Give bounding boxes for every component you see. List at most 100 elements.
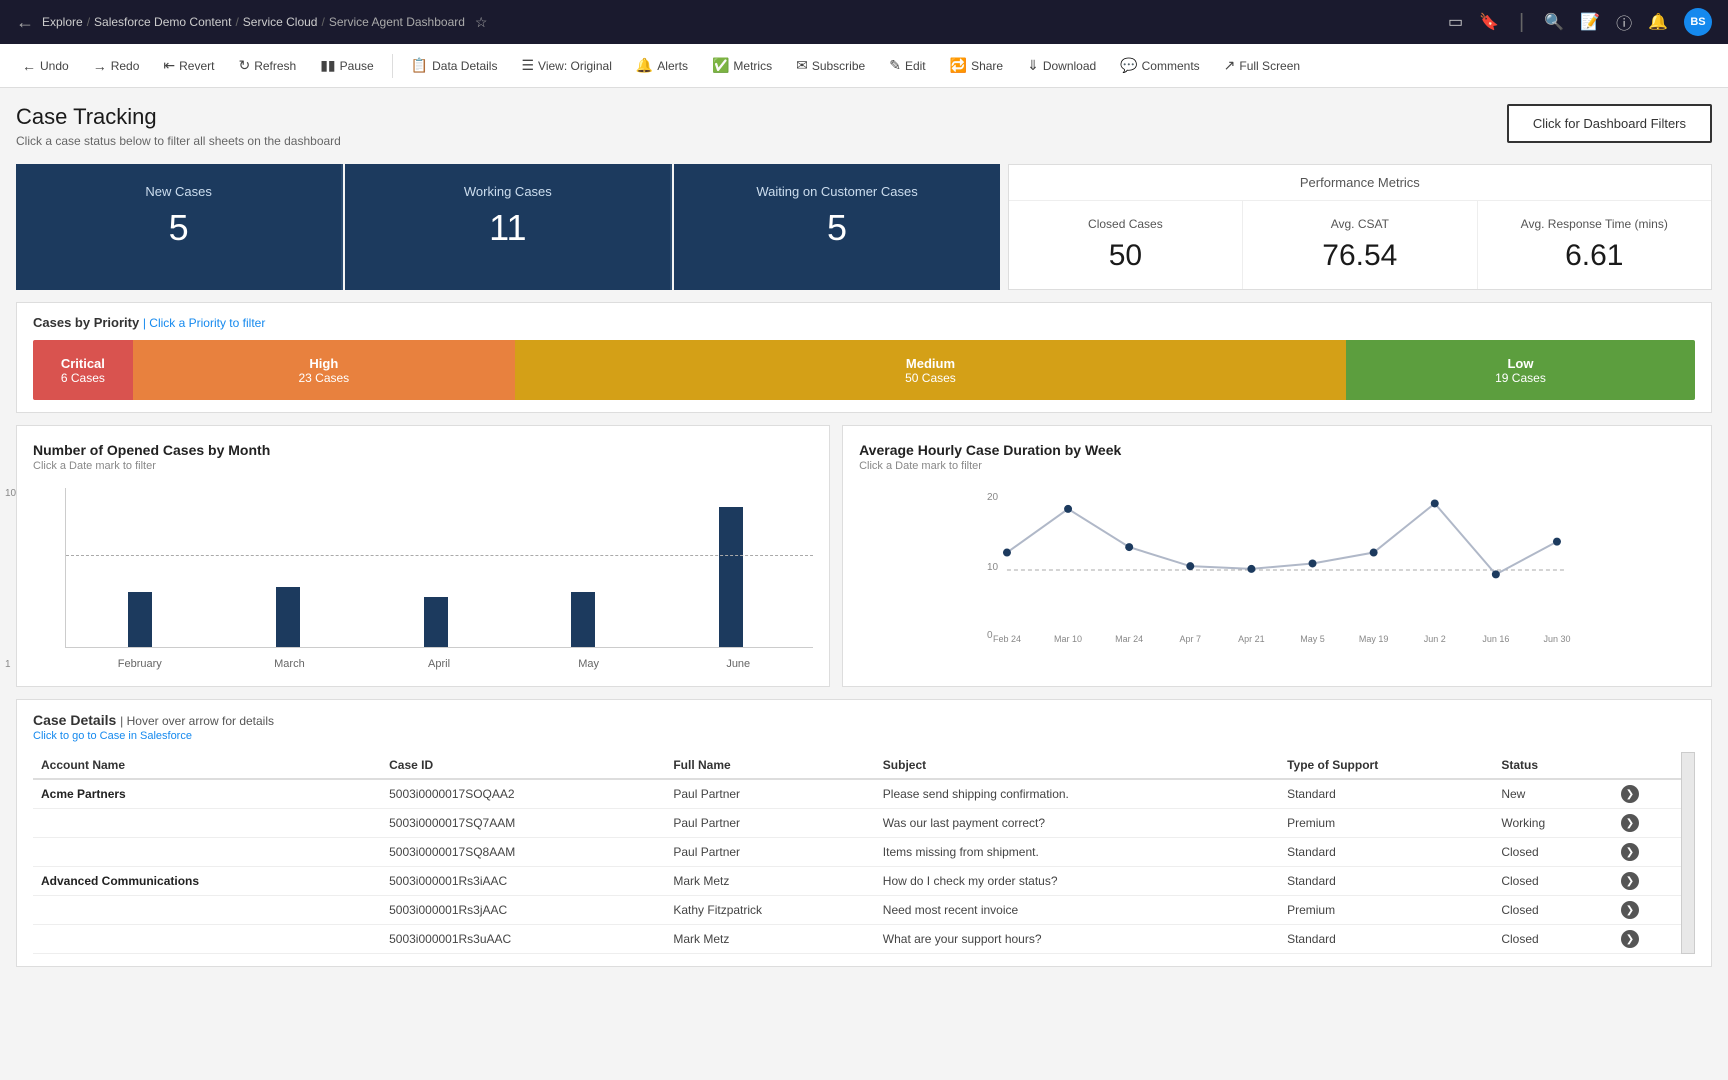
table-row[interactable]: 5003i000001Rs3uAACMark MetzWhat are your… (33, 925, 1681, 954)
filter-button[interactable]: Click for Dashboard Filters (1507, 104, 1712, 143)
cell-action[interactable]: ❯ (1613, 838, 1681, 867)
bar-column[interactable] (276, 587, 300, 647)
help-icon[interactable]: ⓘ (1616, 10, 1632, 34)
bar-group[interactable] (66, 592, 214, 647)
priority-segment-low[interactable]: Low19 Cases (1346, 340, 1695, 400)
cell-action[interactable]: ❯ (1613, 867, 1681, 896)
line-chart-panel: Average Hourly Case Duration by Week Cli… (842, 425, 1712, 687)
revert-button[interactable]: ⇤ Revert (153, 53, 224, 78)
perf-closed-cases[interactable]: Closed Cases 50 (1009, 201, 1243, 289)
row-detail-button[interactable]: ❯ (1621, 930, 1639, 948)
perf-response-time[interactable]: Avg. Response Time (mins) 6.61 (1478, 201, 1711, 289)
bar-group[interactable] (509, 592, 657, 647)
back-button[interactable]: ← (16, 12, 34, 33)
tablet-icon[interactable]: ▭ (1448, 12, 1463, 32)
data-details-button[interactable]: 📋 Data Details (401, 53, 508, 78)
view-original-button[interactable]: ☰ View: Original (511, 53, 621, 78)
bar-column[interactable] (424, 597, 448, 647)
bar-group[interactable] (214, 587, 362, 647)
bar-group[interactable] (362, 597, 510, 647)
line-chart-dot[interactable] (1553, 538, 1561, 546)
bell-icon[interactable]: 🔔 (1648, 12, 1668, 32)
scrollbar[interactable] (1681, 752, 1695, 954)
refresh-button[interactable]: ↻ Refresh (228, 53, 306, 78)
refresh-icon: ↻ (238, 57, 250, 74)
fullscreen-button[interactable]: ↗ Full Screen (1214, 53, 1310, 78)
cell-supporttype: Premium (1279, 809, 1493, 838)
create-icon[interactable]: 📝 (1580, 12, 1600, 32)
row-detail-button[interactable]: ❯ (1621, 901, 1639, 919)
breadcrumb-salesforce[interactable]: Salesforce Demo Content (94, 15, 231, 29)
priority-filter-hint: | Click a Priority to filter (143, 316, 265, 330)
priority-label: High (309, 356, 338, 371)
case-details-link[interactable]: Click to go to Case in Salesforce (33, 730, 1695, 742)
comments-button[interactable]: 💬 Comments (1110, 53, 1209, 78)
case-table-container: Account Name Case ID Full Name Subject T… (33, 752, 1695, 954)
row-detail-button[interactable]: ❯ (1621, 785, 1639, 803)
line-chart-dot[interactable] (1003, 549, 1011, 557)
bar-month-label: May (578, 658, 599, 670)
line-chart-dot[interactable] (1186, 562, 1194, 570)
cell-action[interactable]: ❯ (1613, 925, 1681, 954)
kpi-waiting-cases[interactable]: Waiting on Customer Cases 5 (674, 164, 999, 290)
bar-column[interactable] (128, 592, 152, 647)
edit-button[interactable]: ✎ Edit (879, 53, 935, 78)
subscribe-button[interactable]: ✉ Subscribe (786, 53, 875, 78)
row-detail-button[interactable]: ❯ (1621, 872, 1639, 890)
cell-caseid: 5003i0000017SQ7AAM (381, 809, 665, 838)
line-chart-dot[interactable] (1370, 549, 1378, 557)
alerts-button[interactable]: 🔔 Alerts (626, 53, 698, 78)
priority-segment-medium[interactable]: Medium50 Cases (515, 340, 1346, 400)
line-chart-dot[interactable] (1064, 505, 1072, 513)
star-icon[interactable]: ☆ (475, 14, 488, 31)
cell-subject: What are your support hours? (875, 925, 1279, 954)
download-icon: ⇓ (1027, 57, 1039, 74)
bar-column[interactable] (719, 507, 743, 647)
cell-status: Working (1493, 809, 1613, 838)
cell-status: Closed (1493, 925, 1613, 954)
cell-action[interactable]: ❯ (1613, 809, 1681, 838)
case-table-scroll[interactable]: Account Name Case ID Full Name Subject T… (33, 752, 1681, 954)
perf-response-label: Avg. Response Time (mins) (1486, 217, 1703, 231)
avatar[interactable]: BS (1684, 8, 1712, 36)
line-chart-dot[interactable] (1247, 565, 1255, 573)
pause-button[interactable]: ▮▮ Pause (310, 53, 383, 78)
undo-button[interactable]: ← Undo (12, 54, 79, 78)
table-row[interactable]: 5003i0000017SQ8AAMPaul PartnerItems miss… (33, 838, 1681, 867)
bar-group[interactable] (657, 507, 805, 647)
breadcrumb-service-cloud[interactable]: Service Cloud (243, 15, 318, 29)
cell-action[interactable]: ❯ (1613, 779, 1681, 809)
priority-segment-critical[interactable]: Critical6 Cases (33, 340, 133, 400)
table-row[interactable]: Advanced Communications5003i000001Rs3iAA… (33, 867, 1681, 896)
subscribe-icon: ✉ (796, 57, 808, 74)
bar-month-label: April (428, 658, 450, 670)
table-row[interactable]: Acme Partners5003i0000017SOQAA2Paul Part… (33, 779, 1681, 809)
priority-count: 23 Cases (298, 371, 349, 385)
col-account: Account Name (33, 752, 381, 779)
search-icon[interactable]: 🔍 (1544, 12, 1564, 32)
line-chart-dot[interactable] (1125, 543, 1133, 551)
share-button[interactable]: 🔁 Share (940, 53, 1013, 78)
bar-column[interactable] (571, 592, 595, 647)
line-chart-dot[interactable] (1431, 499, 1439, 507)
breadcrumb-explore[interactable]: Explore (42, 15, 83, 29)
priority-bar[interactable]: Critical6 CasesHigh23 CasesMedium50 Case… (33, 340, 1695, 400)
kpi-working-cases[interactable]: Working Cases 11 (345, 164, 672, 290)
kpi-new-cases[interactable]: New Cases 5 (16, 164, 343, 290)
line-chart-dot[interactable] (1309, 559, 1317, 567)
priority-segment-high[interactable]: High23 Cases (133, 340, 515, 400)
share-icon: 🔁 (950, 57, 967, 74)
cell-action[interactable]: ❯ (1613, 896, 1681, 925)
row-detail-button[interactable]: ❯ (1621, 843, 1639, 861)
bookmark-icon[interactable]: 🔖 (1479, 12, 1499, 32)
redo-button[interactable]: → Redo (83, 54, 150, 78)
perf-csat[interactable]: Avg. CSAT 76.54 (1243, 201, 1477, 289)
row-detail-button[interactable]: ❯ (1621, 814, 1639, 832)
kpi-waiting-cases-value: 5 (690, 207, 983, 249)
metrics-button[interactable]: ✅ Metrics (702, 53, 782, 78)
table-row[interactable]: 5003i0000017SQ7AAMPaul PartnerWas our la… (33, 809, 1681, 838)
cell-caseid: 5003i000001Rs3uAAC (381, 925, 665, 954)
table-row[interactable]: 5003i000001Rs3jAACKathy FitzpatrickNeed … (33, 896, 1681, 925)
download-button[interactable]: ⇓ Download (1017, 53, 1106, 78)
line-chart-dot[interactable] (1492, 570, 1500, 578)
